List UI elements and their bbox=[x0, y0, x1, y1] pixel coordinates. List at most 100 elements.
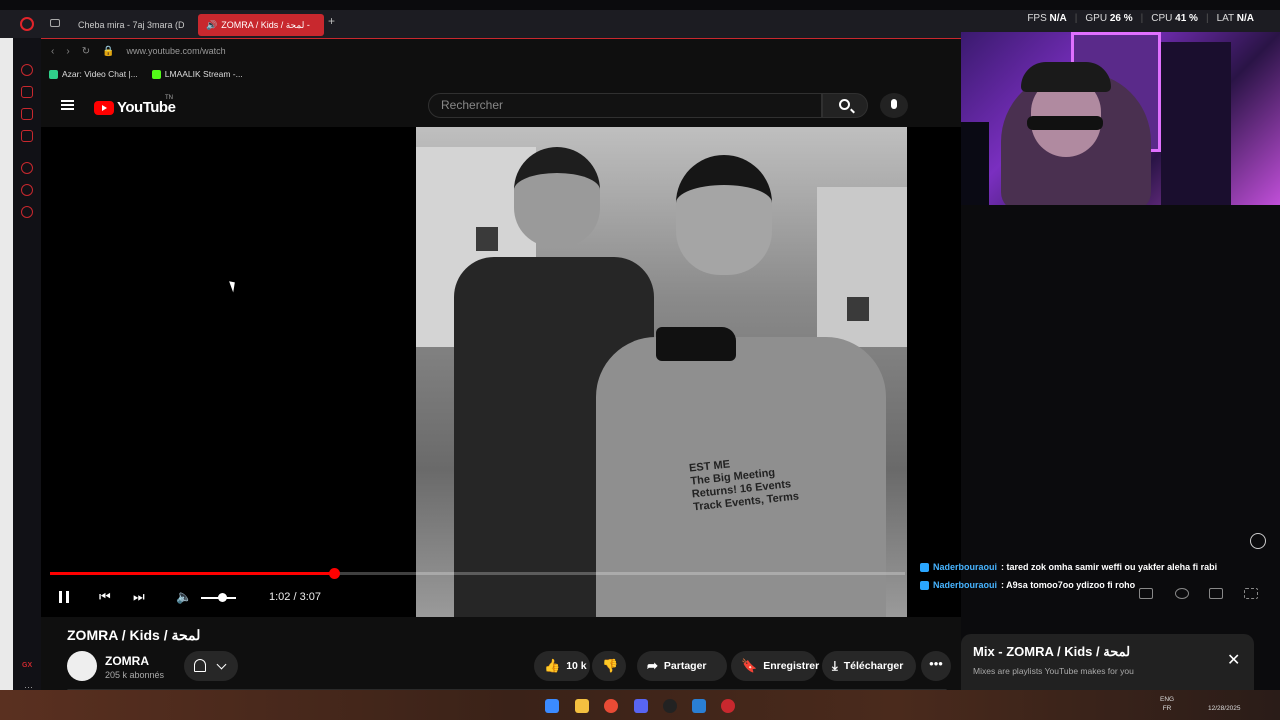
chat-badge-icon bbox=[920, 562, 929, 572]
fullscreen-icon[interactable] bbox=[1244, 588, 1258, 599]
app-icon[interactable] bbox=[692, 699, 706, 713]
microphone-icon bbox=[891, 99, 897, 109]
file-explorer-icon[interactable] bbox=[575, 699, 589, 713]
mix-subtitle: Mixes are playlists YouTube makes for yo… bbox=[973, 666, 1134, 676]
tab-label: ZOMRA / Kids / لمحة - bbox=[221, 20, 310, 30]
history-icon[interactable] bbox=[21, 162, 33, 174]
bookmark-icon: 🔖 bbox=[741, 658, 758, 673]
opera-logo-icon[interactable] bbox=[20, 17, 34, 31]
miniplayer-icon[interactable] bbox=[1209, 588, 1223, 599]
bookmark-lmaalik[interactable]: LMAALIK Stream -... bbox=[151, 69, 243, 80]
cpu-stat: CPU 41 % bbox=[1151, 13, 1198, 24]
windows-taskbar: ENG FR 12/28/2025 bbox=[0, 690, 1280, 720]
tab-label: Cheba mira - 7aj 3mara (D bbox=[78, 20, 185, 30]
video-title: ZOMRA / Kids / لمحة bbox=[67, 627, 201, 643]
twitch-icon[interactable] bbox=[21, 108, 33, 120]
volume-knob[interactable] bbox=[218, 593, 227, 602]
stream-chat: Naderbouraoui : tared zok omha samir wef… bbox=[920, 558, 1217, 594]
subtitles-icon[interactable] bbox=[1139, 588, 1153, 599]
download-button[interactable]: ⤓ Télécharger bbox=[822, 651, 916, 681]
bookmarks-bar: Azar: Video Chat |... LMAALIK Stream -..… bbox=[41, 65, 243, 83]
mix-playlist-panel[interactable]: Mix - ZOMRA / Kids / لمحة Mixes are play… bbox=[961, 634, 1254, 696]
url-field[interactable]: www.youtube.com/watch bbox=[127, 46, 226, 56]
scrubber-handle[interactable] bbox=[328, 568, 340, 579]
clock[interactable]: 12/28/2025 bbox=[1208, 695, 1241, 713]
settings-gear-icon[interactable] bbox=[21, 206, 33, 218]
desktop-edge bbox=[0, 38, 13, 690]
opera-gx-icon[interactable] bbox=[721, 699, 735, 713]
chat-message: Naderbouraoui : tared zok omha samir wef… bbox=[920, 558, 1217, 576]
browser-window: ‹ › ↻ 🔒 www.youtube.com/watch Azar: Vide… bbox=[41, 38, 961, 692]
lat-stat: LAT N/A bbox=[1216, 13, 1254, 24]
mix-title: Mix - ZOMRA / Kids / لمحة bbox=[973, 644, 1131, 659]
youtube-logo[interactable]: YouTube bbox=[94, 99, 176, 116]
kick-favicon-icon bbox=[151, 70, 161, 80]
youtube-header: YouTube TN Rechercher bbox=[41, 87, 961, 127]
player-icon[interactable] bbox=[21, 184, 33, 196]
notification-button[interactable] bbox=[184, 651, 238, 681]
thumbs-up-icon: 👍 bbox=[544, 658, 561, 673]
obs-icon[interactable] bbox=[663, 699, 677, 713]
next-icon[interactable]: ⏭ bbox=[133, 589, 145, 605]
messenger-icon[interactable] bbox=[21, 130, 33, 142]
share-button[interactable]: ➦ Partager bbox=[637, 651, 727, 681]
save-button[interactable]: 🔖 Enregistrer bbox=[731, 651, 819, 681]
pause-icon[interactable] bbox=[59, 591, 69, 603]
chat-badge-icon bbox=[920, 580, 929, 590]
chrome-icon[interactable] bbox=[604, 699, 618, 713]
tab-zomra-kids[interactable]: 🔊 ZOMRA / Kids / لمحة - bbox=[198, 14, 324, 36]
lock-icon: 🔒 bbox=[102, 45, 115, 57]
azar-favicon-icon bbox=[49, 70, 58, 80]
fps-stat: FPS N/A bbox=[1027, 13, 1067, 24]
gx-label: GX bbox=[22, 662, 33, 669]
subscriber-count: 205 k abonnés bbox=[105, 670, 165, 680]
opera-sidebar: GX ··· bbox=[13, 38, 41, 692]
tab-cheba-mira[interactable]: Cheba mira - 7aj 3mara (D bbox=[66, 14, 192, 36]
discord-icon[interactable] bbox=[634, 699, 648, 713]
voice-search-button[interactable] bbox=[880, 93, 908, 118]
screen: Cheba mira - 7aj 3mara (D 🔊 ZOMRA / Kids… bbox=[0, 0, 1280, 720]
progress-bar[interactable] bbox=[50, 568, 905, 579]
volume-icon[interactable]: 🔈 bbox=[176, 589, 192, 605]
tab-overview-icon[interactable] bbox=[50, 19, 60, 27]
time-display: 1:02 / 3:07 bbox=[269, 591, 321, 603]
back-icon[interactable]: ‹ bbox=[51, 46, 54, 57]
toy-gun bbox=[656, 327, 736, 361]
gpu-stat: GPU 26 % bbox=[1085, 13, 1133, 24]
video-player[interactable]: EST ME The Big Meeting Returns! 16 Event… bbox=[41, 127, 961, 617]
door bbox=[1161, 42, 1231, 205]
performance-stats: FPS N/A | GPU 26 % | CPU 41 % | LAT N/A bbox=[1027, 13, 1254, 24]
search-input[interactable]: Rechercher bbox=[428, 93, 822, 118]
channel-name[interactable]: ZOMRA bbox=[105, 654, 149, 668]
video-frame: EST ME The Big Meeting Returns! 16 Event… bbox=[416, 127, 907, 617]
reload-icon[interactable]: ↻ bbox=[82, 46, 90, 57]
search-button[interactable] bbox=[822, 93, 868, 118]
like-button[interactable]: 👍 10 k bbox=[534, 651, 590, 681]
bell-icon bbox=[194, 659, 206, 672]
channel-avatar[interactable] bbox=[67, 651, 97, 681]
more-actions-button[interactable]: ••• bbox=[921, 651, 951, 681]
sunglasses bbox=[1027, 116, 1103, 130]
share-icon: ➦ bbox=[647, 658, 658, 673]
gx-corner-icon[interactable] bbox=[21, 86, 33, 98]
hamburger-menu-icon[interactable] bbox=[61, 100, 74, 110]
monitor bbox=[961, 122, 989, 205]
bookmark-azar[interactable]: Azar: Video Chat |... bbox=[49, 69, 138, 80]
new-tab-button[interactable]: + bbox=[328, 14, 335, 28]
close-icon[interactable]: ✕ bbox=[1227, 650, 1240, 670]
stream-logo-icon bbox=[1250, 533, 1266, 549]
dislike-button[interactable]: 👎 bbox=[592, 651, 626, 681]
search-icon bbox=[839, 99, 850, 110]
shirt-print: EST ME The Big Meeting Returns! 16 Event… bbox=[688, 458, 800, 514]
thumbs-down-icon: 👎 bbox=[602, 658, 619, 673]
previous-icon[interactable]: ⏮ bbox=[99, 589, 111, 605]
forward-icon[interactable]: › bbox=[66, 46, 69, 57]
chat-message: Naderbouraoui : A9sa tomoo7oo ydizoo fi … bbox=[920, 576, 1217, 594]
settings-icon[interactable] bbox=[1175, 588, 1189, 599]
progress-played bbox=[50, 572, 334, 575]
language-indicator[interactable]: ENG FR bbox=[1160, 695, 1174, 713]
windows-start-icon[interactable] bbox=[545, 699, 559, 713]
chevron-down-icon bbox=[216, 659, 227, 670]
speed-dial-icon[interactable] bbox=[21, 64, 33, 76]
boy-right bbox=[596, 147, 896, 617]
